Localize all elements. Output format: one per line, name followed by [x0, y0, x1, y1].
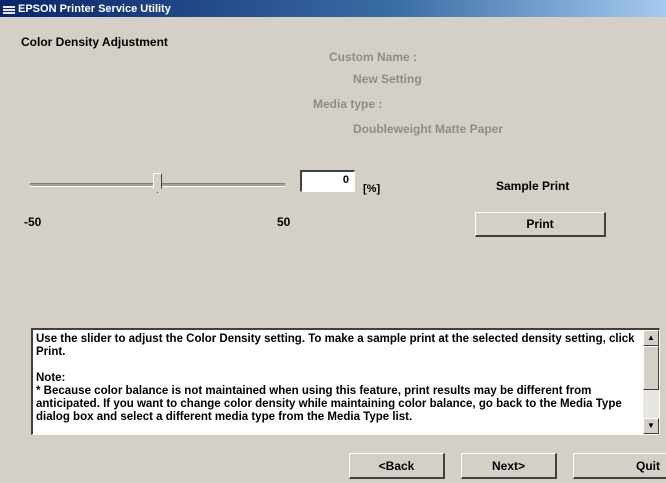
- description-scrollbar[interactable]: ▲ ▼: [643, 330, 659, 434]
- media-type-value: Doubleweight Matte Paper: [353, 122, 504, 136]
- density-slider-thumb[interactable]: [153, 173, 162, 193]
- note-heading: Note:: [36, 372, 66, 384]
- custom-name-value: New Setting: [353, 72, 422, 86]
- sample-print-label: Sample Print: [496, 179, 570, 193]
- app-icon: [3, 4, 15, 14]
- density-value-field[interactable]: 0: [300, 170, 355, 192]
- section-title: Color Density Adjustment: [21, 35, 168, 49]
- note-body: * Because color balance is not maintaine…: [36, 385, 622, 423]
- next-button[interactable]: Next>: [461, 453, 557, 479]
- description-text: Use the slider to adjust the Color Densi…: [36, 333, 635, 358]
- window-titlebar[interactable]: EPSON Printer Service Utility: [0, 0, 666, 17]
- percent-unit-label: [%]: [363, 183, 381, 195]
- media-type-label: Media type :: [313, 97, 383, 111]
- custom-name-label: Custom Name :: [329, 50, 418, 64]
- scroll-up-icon[interactable]: ▲: [643, 330, 659, 346]
- back-button[interactable]: <Back: [349, 453, 445, 479]
- slider-min-label: -50: [24, 215, 42, 229]
- window-title: EPSON Printer Service Utility: [18, 2, 171, 15]
- scroll-down-icon[interactable]: ▼: [643, 418, 659, 434]
- slider-max-label: 50: [277, 215, 291, 229]
- description-text-box[interactable]: Use the slider to adjust the Color Densi…: [31, 328, 660, 435]
- quit-button[interactable]: Quit: [573, 453, 666, 479]
- description-content: Use the slider to adjust the Color Densi…: [36, 333, 643, 424]
- scroll-thumb[interactable]: [643, 346, 659, 390]
- print-button[interactable]: Print: [475, 212, 606, 237]
